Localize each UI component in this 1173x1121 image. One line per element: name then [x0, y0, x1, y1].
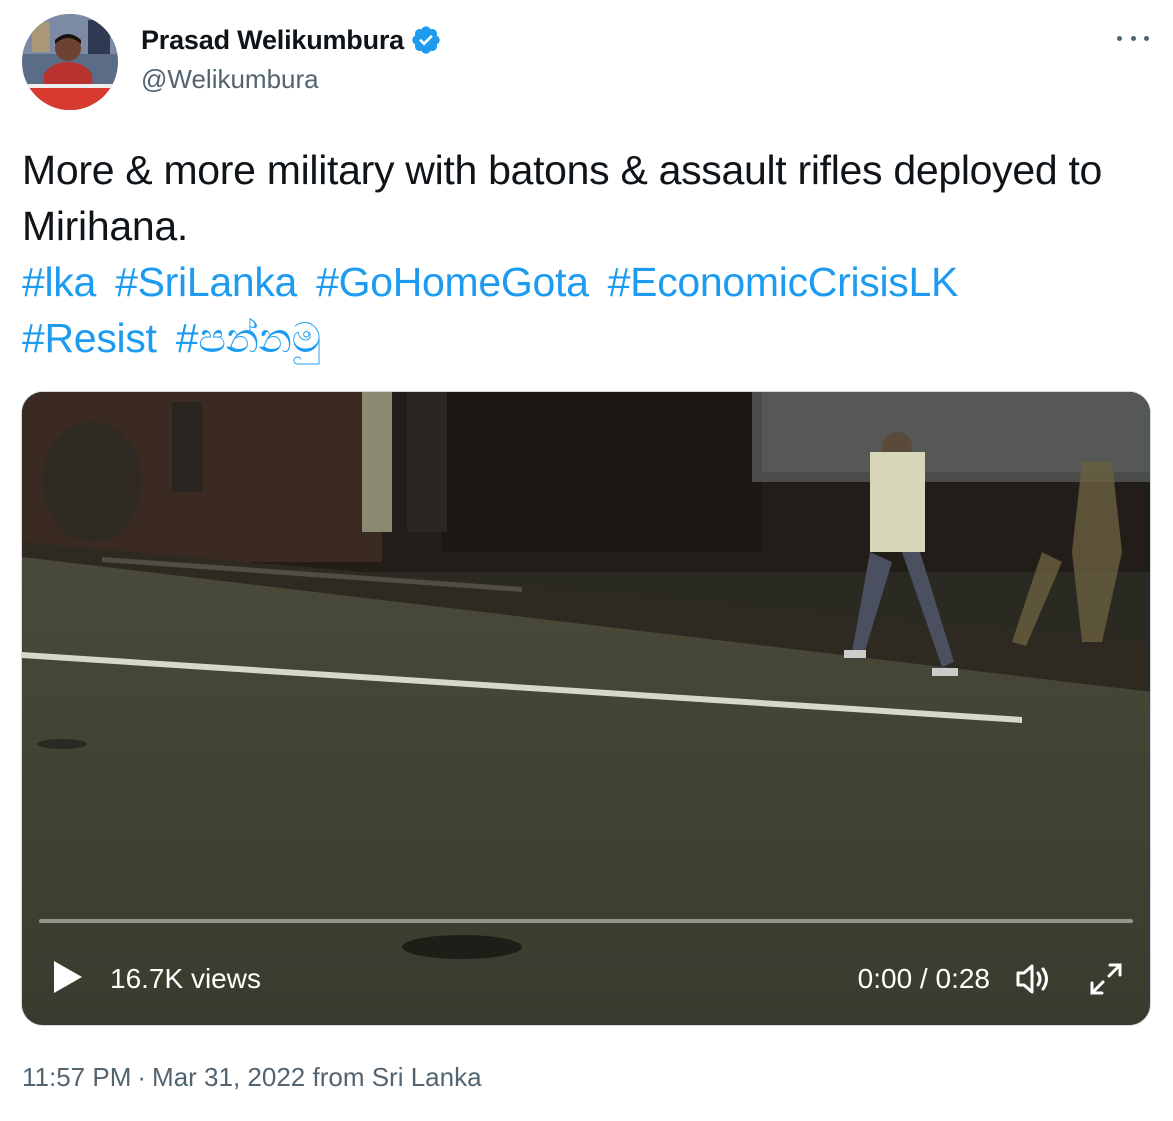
hashtag-link[interactable]: #EconomicCrisisLK — [608, 259, 959, 305]
tweet-location: from Sri Lanka — [312, 1062, 482, 1092]
hashtag-list: #lka #SriLanka #GoHomeGota #EconomicCris… — [22, 254, 1142, 366]
video-thumbnail — [22, 392, 1150, 1025]
tweet-text: More & more military with batons & assau… — [22, 147, 1103, 249]
hashtag-link[interactable]: #Resist — [22, 315, 157, 361]
tweet-meta: 11:57 PM · Mar 31, 2022 from Sri Lanka — [22, 1062, 482, 1093]
avatar[interactable] — [22, 14, 118, 110]
author-handle[interactable]: @Welikumbura — [141, 64, 319, 95]
video-player[interactable]: 16.7K views 0:00 / 0:28 — [21, 391, 1151, 1026]
more-options-icon[interactable] — [1117, 26, 1149, 50]
meta-separator: · — [137, 1062, 147, 1092]
fullscreen-icon[interactable] — [1088, 961, 1124, 997]
tweet-time[interactable]: 11:57 PM — [22, 1062, 131, 1092]
view-count: 16.7K views — [110, 963, 261, 994]
verified-badge-icon — [410, 24, 442, 56]
tweet-date[interactable]: Mar 31, 2022 — [152, 1062, 305, 1092]
hashtag-link[interactable]: #පන්නමු — [176, 315, 321, 361]
volume-icon[interactable] — [1014, 961, 1054, 997]
display-name[interactable]: Prasad Welikumbura — [141, 25, 404, 56]
hashtag-link[interactable]: #SriLanka — [115, 259, 297, 305]
play-icon[interactable] — [52, 959, 84, 995]
author-name-row: Prasad Welikumbura — [141, 22, 442, 58]
hashtag-link[interactable]: #GoHomeGota — [316, 259, 589, 305]
video-progress-bar[interactable] — [39, 919, 1133, 923]
video-controls: 16.7K views 0:00 / 0:28 — [22, 935, 1150, 1025]
tweet-card: Prasad Welikumbura @Welikumbura More & m… — [0, 0, 1173, 1121]
video-time: 0:00 / 0:28 — [857, 963, 990, 994]
hashtag-link[interactable]: #lka — [22, 259, 96, 305]
